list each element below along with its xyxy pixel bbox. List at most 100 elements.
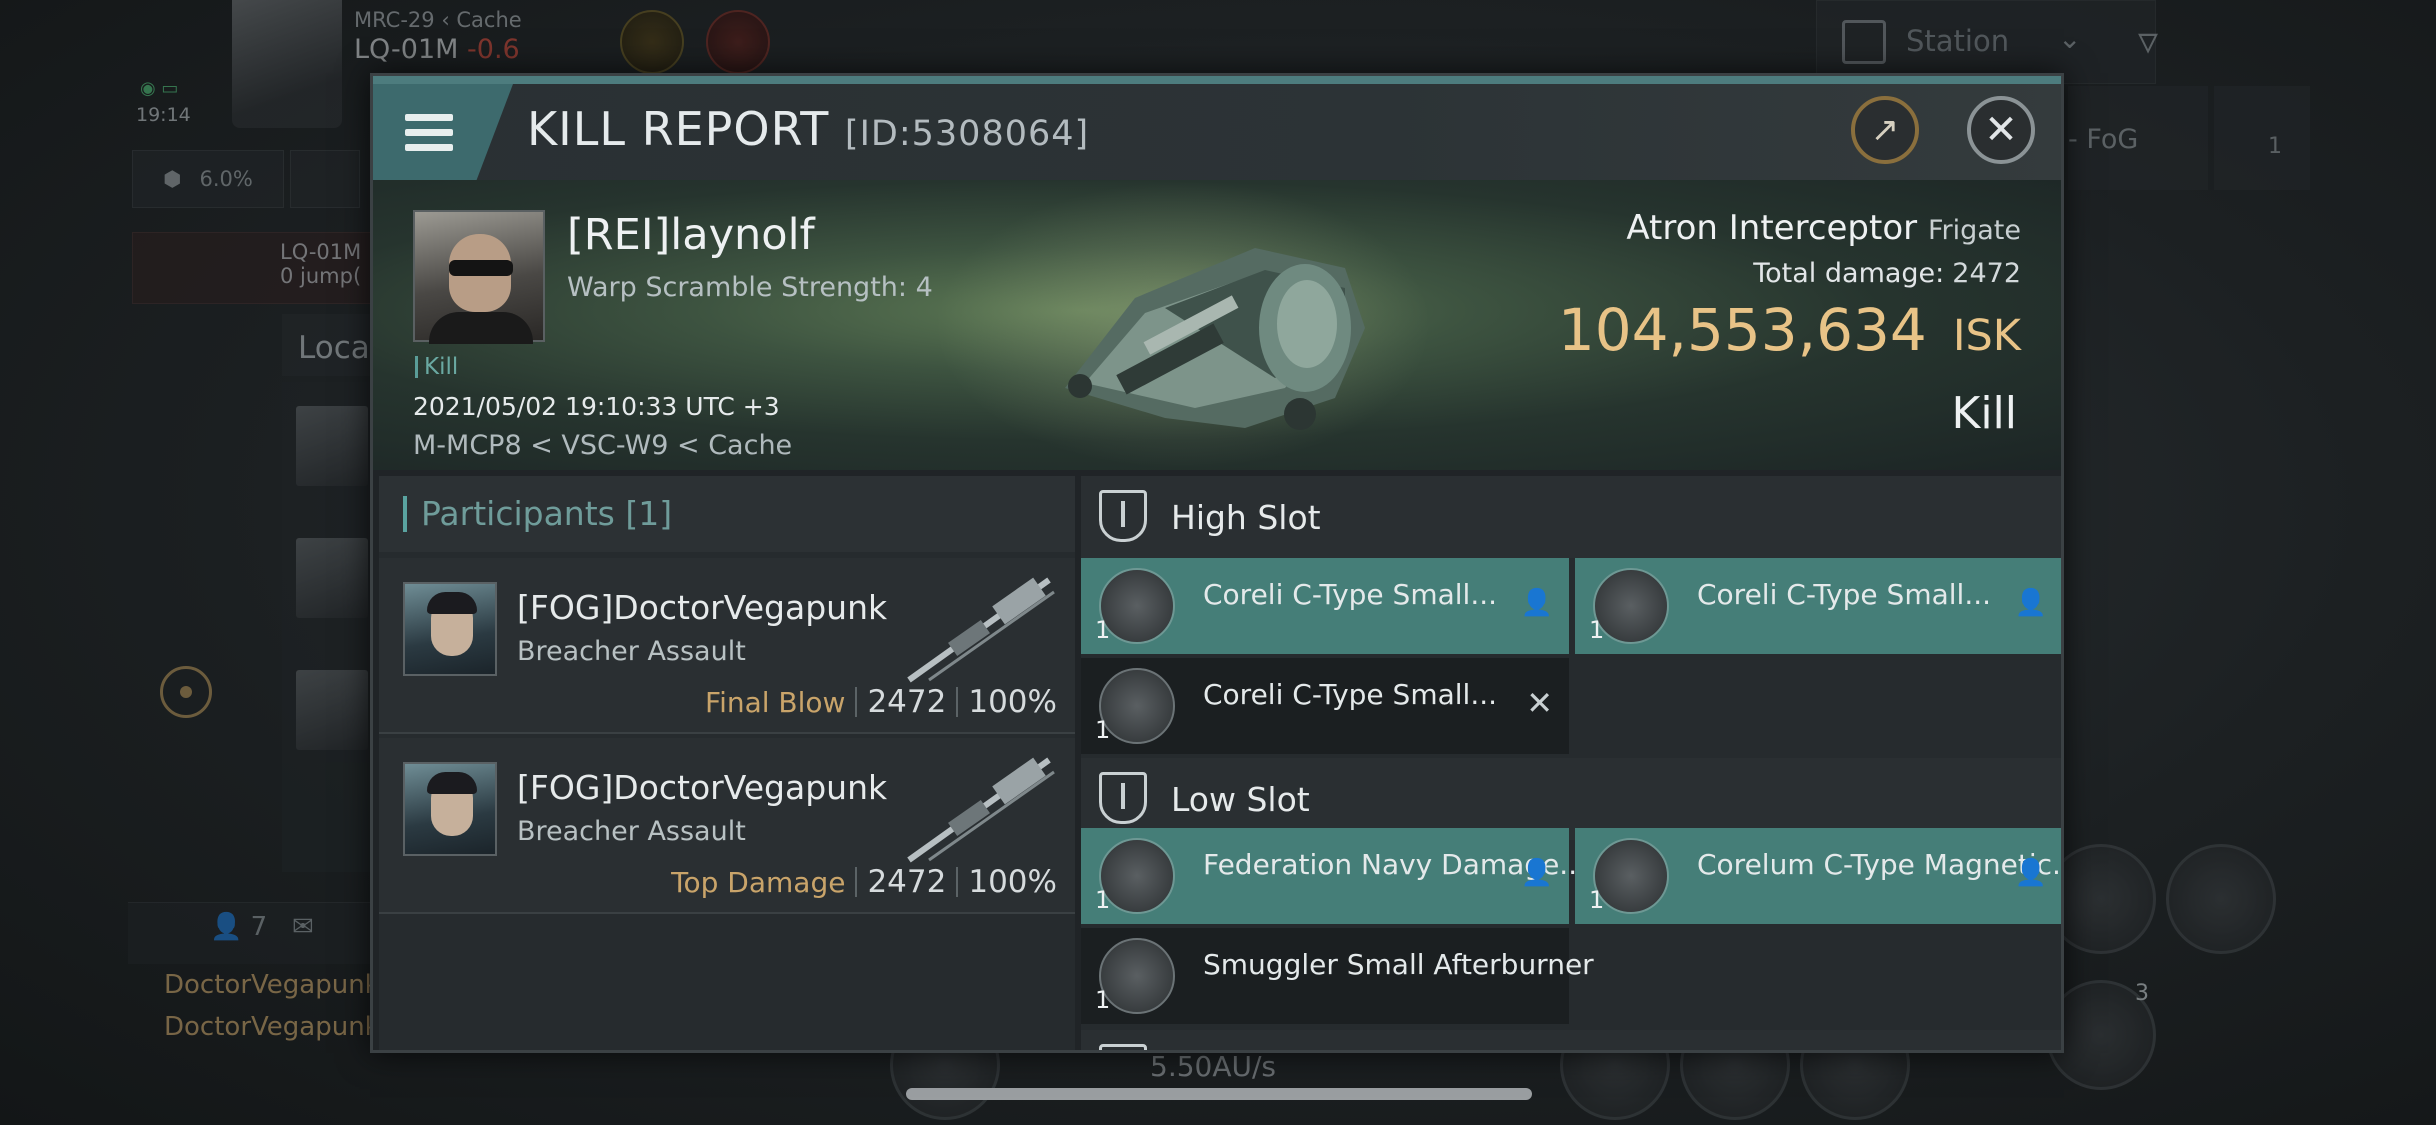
participants-header: Participants [1] <box>379 476 1075 552</box>
clock: 19:14 <box>136 104 191 126</box>
close-icon: ✕ <box>1984 107 2018 153</box>
victim-avatar[interactable] <box>413 210 545 344</box>
turret-icon <box>1099 668 1175 744</box>
corp-logo-icon[interactable] <box>620 10 684 74</box>
module-name: Coreli C-Type Small... <box>1203 578 1498 611</box>
dialog-accent <box>373 76 2061 84</box>
participant-stats: Top Damage 2472 100% <box>671 864 1057 900</box>
ship-class: Frigate <box>1927 215 2021 246</box>
pilot-portrait[interactable] <box>232 0 342 128</box>
module-name: Coreli C-Type Small... <box>1203 678 1498 711</box>
module-item[interactable]: 1 Coreli C-Type Small... 👤 <box>1575 558 2061 654</box>
high-slot-icon <box>1099 490 1147 542</box>
participant-name: [FOG]DoctorVegapunk <box>517 588 888 627</box>
module-qty: 1 <box>1095 716 1111 744</box>
person-icon: 👤 <box>1520 858 1553 888</box>
game-screen: MRC-29 ‹ Cache LQ-01M -0.6 ◉ ▭ 19:14 ⬢ 6.… <box>0 0 2436 1125</box>
participant-name: [FOG]DoctorVegapunk <box>517 768 888 807</box>
ship-image[interactable] <box>1045 208 1385 438</box>
person-icon: 👤 <box>2014 588 2047 618</box>
person-icon: 👤 <box>2014 858 2047 888</box>
weapon-icon <box>907 577 1055 683</box>
module-name: Coreli C-Type Small... <box>1697 578 1992 611</box>
ship-name[interactable]: Atron Interceptor Frigate <box>1626 208 2021 248</box>
kill-id: [ID:5308064] <box>844 114 1090 154</box>
participants-panel: Participants [1] [FOG]DoctorVegapunk Bre… <box>379 476 1075 1050</box>
kill-summary: [REI]laynolf Warp Scramble Strength: 4 K… <box>373 180 2061 470</box>
module-name: Corelum C-Type Magnetic... <box>1697 848 2064 881</box>
high-slot-header: High Slot <box>1081 476 2061 558</box>
close-button[interactable]: ✕ <box>1967 96 2035 164</box>
module-qty: 1 <box>1589 886 1605 914</box>
module-qty: 1 <box>1095 886 1111 914</box>
kill-location[interactable]: M-MCP8 < VSC-W9 < Cache <box>413 430 792 461</box>
participant-ship: Breacher Assault <box>517 636 746 667</box>
low-slot-icon <box>1099 772 1147 824</box>
route-text: LQ-01M 0 jump( <box>280 240 362 288</box>
warp-scramble-strength: Warp Scramble Strength: 4 <box>567 272 933 303</box>
module-item[interactable]: 1 Smuggler Small Afterburner <box>1081 928 1594 1024</box>
avatar[interactable] <box>296 538 368 618</box>
module-item[interactable]: 1 Corelum C-Type Magnetic... 👤 <box>1575 828 2064 924</box>
chart-icon[interactable] <box>290 150 360 208</box>
result-label: Kill <box>1951 388 2017 439</box>
total-damage: Total damage: 2472 <box>1753 258 2021 289</box>
target-dot-icon <box>180 686 192 698</box>
avatar[interactable] <box>403 582 497 676</box>
fleet-count: 1 <box>2268 134 2282 159</box>
cube-icon: ⬢ <box>163 167 182 191</box>
module-badge: 3 <box>2135 981 2149 1006</box>
participant-percent: 100% <box>968 864 1057 900</box>
module-slot[interactable] <box>2166 844 2276 954</box>
x-icon: ✕ <box>1526 684 1553 722</box>
kill-report-dialog: KILL REPORT [ID:5308064] ↗ ✕ [REI]laynol… <box>370 73 2064 1053</box>
victim-name[interactable]: [REI]laynolf <box>567 210 815 260</box>
system-breadcrumb: MRC-29 ‹ Cache <box>354 8 522 32</box>
alliance-logo-icon[interactable] <box>706 10 770 74</box>
damage-control-icon <box>1099 838 1175 914</box>
fleet-label: - FoG <box>2068 124 2139 155</box>
filter-icon[interactable]: ▿ <box>2138 18 2158 64</box>
participant-row[interactable]: [FOG]DoctorVegapunk Breacher Assault Fin… <box>379 558 1075 734</box>
module-item[interactable]: 1 Coreli C-Type Small... ✕ <box>1081 658 1569 754</box>
mid-slot-icon <box>1099 1044 1147 1050</box>
dialog-title: KILL REPORT [ID:5308064] <box>527 102 1090 156</box>
fitting-panel: High Slot 1 Coreli C-Type Small... 👤 1 C… <box>1081 476 2064 1050</box>
turret-icon <box>1593 568 1669 644</box>
avatar[interactable] <box>296 406 368 486</box>
fleet-button[interactable]: 1 <box>2214 86 2310 190</box>
module-qty: 1 <box>1589 616 1605 644</box>
module-qty: 1 <box>1095 986 1111 1014</box>
participant-role: Top Damage <box>671 865 846 899</box>
participants-title: Participants [1] <box>403 496 672 532</box>
module-item[interactable]: 1 Coreli C-Type Small... 👤 <box>1081 558 1569 654</box>
mid-slot-header <box>1081 1030 2061 1050</box>
chevron-down-icon[interactable]: ⌄ <box>2058 22 2081 55</box>
high-slot-title: High Slot <box>1171 498 1321 537</box>
hamburger-icon <box>405 114 453 121</box>
cargo-stat[interactable]: ⬢ 6.0% <box>132 150 284 208</box>
participant-percent: 100% <box>968 684 1057 720</box>
module-name: Smuggler Small Afterburner <box>1203 948 1594 981</box>
avatar[interactable] <box>296 670 368 750</box>
station-checkbox[interactable] <box>1842 20 1886 64</box>
module-qty: 1 <box>1095 616 1111 644</box>
speed-readout: 5.50AU/s <box>1150 1050 1277 1083</box>
person-icon: 👤 <box>1520 588 1553 618</box>
module-item[interactable]: 1 Federation Navy Damage... 👤 <box>1081 828 1586 924</box>
avatar[interactable] <box>403 762 497 856</box>
participant-damage: 2472 <box>867 864 947 900</box>
low-slot-title: Low Slot <box>1171 780 1310 819</box>
share-button[interactable]: ↗ <box>1851 96 1919 164</box>
chat-line: DoctorVegapunk <box>164 970 380 1000</box>
chat-line: DoctorVegapunk <box>164 1012 380 1042</box>
participant-row[interactable]: [FOG]DoctorVegapunk Breacher Assault Top… <box>379 738 1075 914</box>
wifi-icon: ◉ ▭ <box>140 78 179 99</box>
share-icon: ↗ <box>1870 110 1900 150</box>
home-indicator[interactable] <box>906 1088 1532 1100</box>
turret-icon <box>1099 568 1175 644</box>
participant-role: Final Blow <box>705 685 846 719</box>
system-name[interactable]: LQ-01M -0.6 <box>354 34 520 65</box>
participant-ship: Breacher Assault <box>517 816 746 847</box>
kill-tag: Kill <box>415 356 458 379</box>
